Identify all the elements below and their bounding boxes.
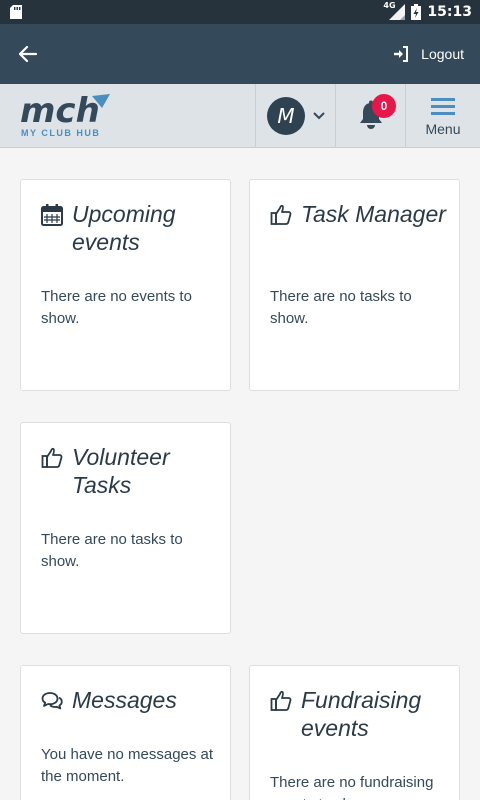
- hamburger-icon: [431, 98, 455, 115]
- user-menu-button[interactable]: M: [256, 84, 336, 148]
- avatar: M: [267, 97, 305, 135]
- card-text: There are no events to show.: [41, 288, 192, 327]
- logo-mark: mch: [20, 91, 110, 131]
- notification-badge: 0: [372, 94, 396, 118]
- status-time: 15:13: [427, 4, 472, 20]
- card-title: Fundraising events: [301, 687, 422, 741]
- notifications-button[interactable]: 0: [336, 84, 406, 148]
- back-button[interactable]: [14, 40, 42, 68]
- menu-label: Menu: [425, 121, 461, 137]
- header-nav: mch MY CLUB HUB M 0 Menu: [0, 84, 480, 148]
- card-text: There are no tasks to show.: [270, 288, 412, 327]
- thumbs-up-icon: [270, 690, 292, 711]
- card-text: There are no tasks to show.: [41, 531, 183, 570]
- messages-card[interactable]: Messages You have no messages at the mom…: [20, 665, 231, 800]
- svg-text:mch: mch: [20, 92, 100, 126]
- card-title: Upcoming events: [72, 201, 176, 255]
- sd-card-icon: [10, 5, 22, 19]
- fundraising-events-card[interactable]: Fundraising events There are no fundrais…: [249, 665, 460, 800]
- card-text: There are no fundraising events to show.: [270, 774, 434, 800]
- card-text: You have no messages at the moment.: [41, 746, 214, 785]
- logout-label: Logout: [421, 46, 464, 62]
- club-hub-logo[interactable]: mch MY CLUB HUB: [18, 91, 128, 142]
- card-title: Messages: [72, 687, 177, 713]
- logout-button[interactable]: Logout: [393, 40, 464, 68]
- sign-in-icon: [394, 46, 409, 62]
- signal-icon: 4G: [383, 1, 406, 20]
- app-bar: Logout: [0, 24, 480, 84]
- logo-tagline: MY CLUB HUB: [21, 128, 101, 138]
- card-title: Volunteer Tasks: [72, 444, 170, 498]
- thumbs-up-icon: [270, 204, 292, 225]
- upcoming-events-card[interactable]: Upcoming events There are no events to s…: [20, 179, 231, 391]
- task-manager-card[interactable]: Task Manager There are no tasks to show.: [249, 179, 460, 391]
- chevron-down-icon: [313, 112, 325, 120]
- battery-icon: [411, 4, 422, 20]
- comments-icon: [41, 692, 63, 710]
- menu-button[interactable]: Menu: [406, 84, 480, 148]
- arrow-left-icon: [19, 46, 37, 62]
- volunteer-tasks-card[interactable]: Volunteer Tasks There are no tasks to sh…: [20, 422, 231, 634]
- status-bar: 4G 15:13: [0, 0, 480, 24]
- thumbs-up-icon: [41, 447, 63, 468]
- calendar-icon: [41, 204, 63, 226]
- card-title: Task Manager: [301, 201, 446, 227]
